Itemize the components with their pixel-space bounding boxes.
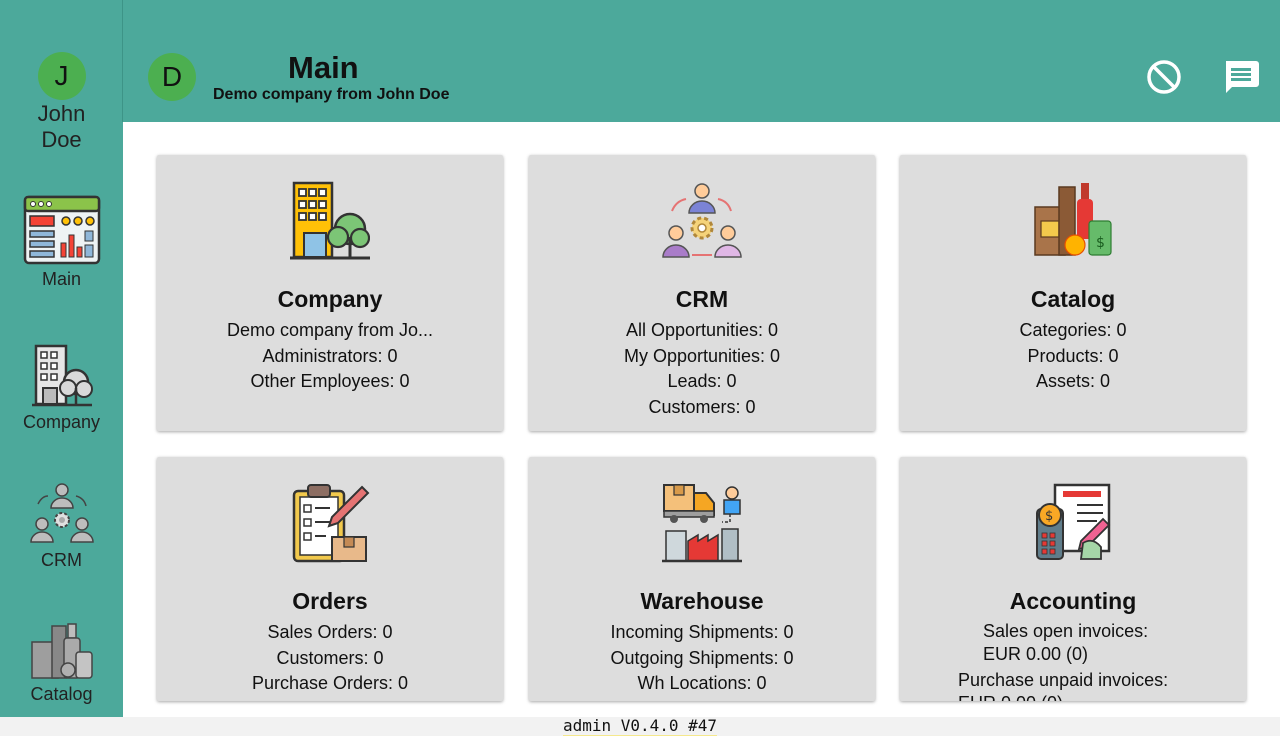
rail-label-catalog: Catalog xyxy=(30,684,93,704)
card-title: CRM xyxy=(675,286,729,312)
stat-line: Sales open invoices: xyxy=(983,621,1149,641)
clipboard-icon xyxy=(292,484,370,563)
stat-line: Purchase unpaid invoices: xyxy=(958,670,1169,690)
rail-item-main[interactable]: Main xyxy=(0,195,123,290)
page-subtitle: Demo company from John Doe xyxy=(213,86,450,103)
card-stats: All Opportunities: 0 My Opportunities: 0… xyxy=(529,318,875,420)
stat-line: Customers: 0 xyxy=(648,396,756,417)
crm-icon xyxy=(662,183,742,258)
building-icon xyxy=(290,181,370,260)
stat-line: All Opportunities: 0 xyxy=(625,320,779,340)
card-title: Orders xyxy=(292,588,368,614)
stat-line: Wh Locations: 0 xyxy=(637,673,767,693)
card-stats: Sales open invoices: EUR 0.00 (0) Purcha… xyxy=(900,620,1246,701)
crm-icon xyxy=(29,483,94,543)
catalog-icon: $ xyxy=(1034,183,1112,256)
stat-line: EUR 0.00 (0) xyxy=(983,644,1089,664)
card-title: Accounting xyxy=(1009,588,1137,614)
stat-line: Products: 0 xyxy=(1027,345,1119,366)
warehouse-card[interactable]: Warehouse Incoming Shipments: 0 Outgoing… xyxy=(529,457,875,701)
block-button[interactable] xyxy=(1145,58,1183,96)
stat-line: Customers: 0 xyxy=(276,647,384,668)
block-icon xyxy=(1147,60,1181,94)
company-avatar[interactable]: D xyxy=(148,53,196,101)
card-stats: Sales Orders: 0 Customers: 0 Purchase Or… xyxy=(157,620,503,697)
catalog-icon xyxy=(30,623,93,679)
stat-line: Outgoing Shipments: 0 xyxy=(610,647,794,668)
svg-text:$: $ xyxy=(1045,509,1053,524)
dashboard-icon xyxy=(23,195,100,265)
accounting-card[interactable]: $ Accounting Sales open invoices: EUR 0.… xyxy=(900,457,1246,701)
page-title: Main xyxy=(288,50,359,85)
svg-text:$: $ xyxy=(1096,235,1105,251)
card-title: Catalog xyxy=(1030,286,1116,312)
rail-item-crm[interactable]: CRM xyxy=(0,482,123,571)
building-icon xyxy=(31,344,93,407)
stat-line: Leads: 0 xyxy=(667,371,737,391)
card-title: Warehouse xyxy=(640,588,764,614)
side-rail: J John Doe Main Company CRM Catalog xyxy=(0,0,123,717)
user-last-name: Doe xyxy=(41,127,82,152)
invoice-icon: $ xyxy=(1036,483,1111,560)
version-label: admin V0.4.0 #47 xyxy=(562,716,718,736)
company-card[interactable]: Company Demo company from Jo... Administ… xyxy=(157,155,503,431)
stat-line: My Opportunities: 0 xyxy=(623,345,781,366)
stat-line: Other Employees: 0 xyxy=(250,371,410,391)
stat-line: EUR 0.00 (0) xyxy=(900,692,1246,701)
catalog-card[interactable]: $ Catalog Categories: 0 Products: 0 Asse… xyxy=(900,155,1246,431)
stat-line: Sales Orders: 0 xyxy=(267,622,393,642)
rail-item-catalog[interactable]: Catalog xyxy=(0,622,123,705)
card-title: Company xyxy=(277,286,383,312)
rail-item-company[interactable]: Company xyxy=(0,344,123,433)
crm-card[interactable]: CRM All Opportunities: 0 My Opportunitie… xyxy=(529,155,875,431)
chat-button[interactable] xyxy=(1222,58,1260,96)
card-stats: Incoming Shipments: 0 Outgoing Shipments… xyxy=(529,620,875,697)
stat-line: Demo company from Jo... xyxy=(226,320,434,340)
card-stats: Categories: 0 Products: 0 Assets: 0 xyxy=(900,318,1246,395)
rail-label-crm: CRM xyxy=(41,550,82,570)
stat-line: Categories: 0 xyxy=(1019,320,1127,340)
stat-line: Assets: 0 xyxy=(1035,371,1111,391)
orders-card[interactable]: Orders Sales Orders: 0 Customers: 0 Purc… xyxy=(157,457,503,701)
top-bar: D Main Demo company from John Doe xyxy=(123,0,1280,122)
stat-line: Purchase Orders: 0 xyxy=(251,673,409,693)
stat-line: Incoming Shipments: 0 xyxy=(610,622,794,642)
rail-label-company: Company xyxy=(22,412,101,432)
chat-icon xyxy=(1226,61,1259,93)
rail-label-main: Main xyxy=(41,269,81,289)
user-first-name: John xyxy=(37,101,86,126)
user-panel[interactable]: J John Doe xyxy=(0,52,123,152)
card-stats: Demo company from Jo... Administrators: … xyxy=(157,318,503,395)
user-avatar[interactable]: J xyxy=(37,52,86,100)
status-footer: admin V0.4.0 #47 xyxy=(0,716,1280,736)
warehouse-icon xyxy=(662,484,742,563)
stat-line: Administrators: 0 xyxy=(262,345,398,366)
